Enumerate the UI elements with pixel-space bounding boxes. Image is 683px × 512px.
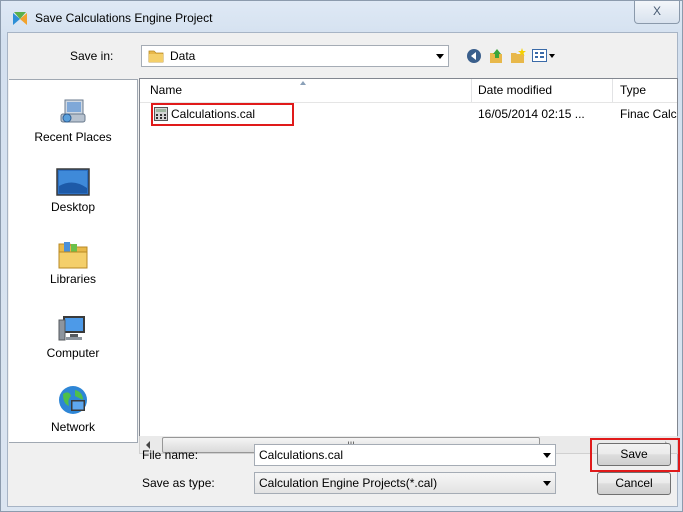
highlight-box bbox=[590, 438, 680, 472]
title-bar[interactable]: Save Calculations Engine Project X bbox=[1, 1, 682, 35]
file-date-cell: 16/05/2014 02:15 ... bbox=[478, 107, 585, 121]
file-list[interactable]: Name Date modified Type Calculations.cal… bbox=[139, 78, 678, 438]
file-name-input[interactable]: Calculations.cal bbox=[254, 444, 556, 466]
place-label: Computer bbox=[46, 346, 100, 360]
chevron-down-icon bbox=[549, 54, 555, 58]
place-recent-places[interactable]: Recent Places bbox=[9, 96, 137, 144]
chevron-down-icon[interactable] bbox=[436, 54, 444, 59]
app-icon bbox=[13, 12, 27, 25]
place-label: Network bbox=[50, 420, 95, 434]
save-as-type-label: Save as type: bbox=[142, 476, 215, 490]
up-folder-icon[interactable] bbox=[488, 48, 504, 64]
save-in-dropdown[interactable]: Data bbox=[141, 45, 449, 67]
save-in-value: Data bbox=[170, 49, 196, 63]
place-label: Libraries bbox=[49, 272, 97, 286]
desktop-icon bbox=[56, 168, 90, 196]
place-computer[interactable]: Computer bbox=[9, 312, 137, 360]
save-as-type-dropdown[interactable]: Calculation Engine Projects(*.cal) bbox=[254, 472, 556, 494]
computer-icon bbox=[58, 316, 85, 341]
file-type-cell: Finac Calc bbox=[620, 107, 677, 121]
view-menu-icon bbox=[532, 49, 547, 62]
save-dialog-window: Save Calculations Engine Project X Save … bbox=[0, 0, 683, 512]
view-menu-button[interactable] bbox=[532, 49, 556, 63]
chevron-down-icon[interactable] bbox=[543, 453, 551, 458]
new-folder-icon[interactable] bbox=[510, 48, 526, 64]
file-name-label: File name: bbox=[142, 448, 199, 462]
save-as-type-value: Calculation Engine Projects(*.cal) bbox=[259, 476, 438, 490]
highlight-box bbox=[151, 103, 294, 126]
place-label: Desktop bbox=[50, 200, 96, 214]
network-icon bbox=[59, 386, 87, 414]
chevron-down-icon[interactable] bbox=[543, 481, 551, 486]
place-label: Recent Places bbox=[34, 130, 112, 144]
file-name-value: Calculations.cal bbox=[259, 448, 344, 462]
folder-icon bbox=[148, 50, 164, 63]
libraries-icon bbox=[58, 242, 88, 269]
cancel-button-label: Cancel bbox=[615, 476, 653, 490]
save-in-label: Save in: bbox=[70, 49, 114, 63]
window-title: Save Calculations Engine Project bbox=[35, 11, 213, 25]
place-desktop[interactable]: Desktop bbox=[9, 168, 137, 214]
recent-places-icon bbox=[60, 99, 86, 123]
dialog-body: Save in: Data Recent Places Desktop Libr… bbox=[7, 32, 680, 507]
place-network[interactable]: Network bbox=[9, 384, 137, 434]
cancel-button[interactable]: Cancel bbox=[597, 472, 671, 495]
close-button[interactable]: X bbox=[634, 1, 680, 24]
place-libraries[interactable]: Libraries bbox=[9, 238, 137, 286]
places-bar: Recent Places Desktop Libraries Computer… bbox=[9, 79, 138, 443]
close-icon: X bbox=[652, 4, 661, 18]
back-icon[interactable] bbox=[466, 48, 482, 64]
